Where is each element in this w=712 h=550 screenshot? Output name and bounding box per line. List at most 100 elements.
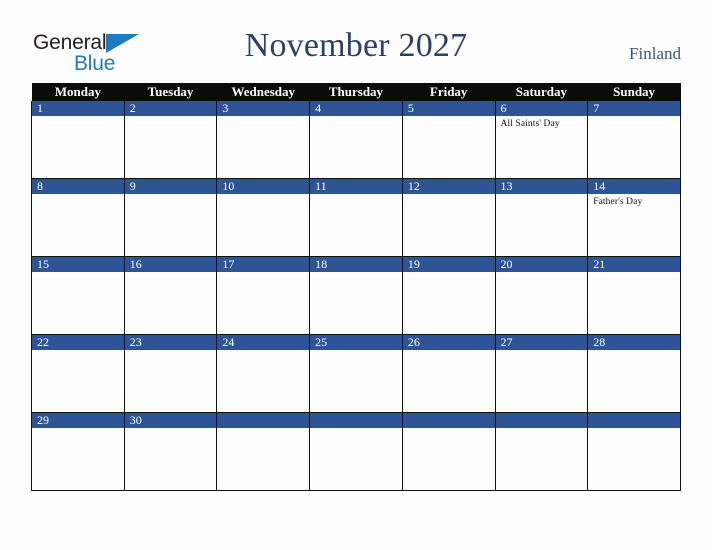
day-events [403,428,495,430]
day-cell-inner: 20 [495,257,588,334]
day-events [217,116,309,118]
day-events [310,116,402,118]
day-cell-inner: 24 [217,335,310,412]
day-cell-inner: 14 Father's Day [588,179,680,256]
day-cell-inner: 16 [124,257,217,334]
calendar-day-cell[interactable]: 26 [401,334,496,413]
calendar-day-cell[interactable] [401,412,496,491]
day-number [402,413,495,428]
calendar-day-cell[interactable]: 16 [123,256,218,335]
calendar-day-cell[interactable]: 1 [31,101,125,179]
calendar-day-cell[interactable]: 10 [216,178,311,257]
day-number [495,413,588,428]
day-number: 9 [124,179,217,194]
day-cell-inner [217,413,310,490]
day-events [403,194,495,196]
weekday-header-friday: Friday [402,83,496,101]
day-number: 14 [588,179,680,194]
calendar-day-cell[interactable]: 28 [587,334,681,413]
calendar-day-cell[interactable]: 24 [216,334,311,413]
day-number: 16 [124,257,217,272]
calendar-day-cell[interactable] [494,412,589,491]
calendar-day-cell[interactable]: 9 [123,178,218,257]
calendar-day-cell[interactable]: 3 [216,101,311,179]
day-cell-inner: 2 [124,101,217,178]
calendar-day-cell[interactable]: 30 [123,412,218,491]
day-number: 17 [217,257,310,272]
day-events [217,350,309,352]
day-number [588,413,680,428]
day-number [310,413,402,428]
day-cell-inner: 17 [217,257,310,334]
day-cell-inner: 1 [32,101,124,178]
weekday-header-tuesday: Tuesday [124,83,217,101]
calendar-day-cell[interactable]: 5 [401,101,496,179]
calendar-day-cell[interactable]: 12 [401,178,496,257]
day-number: 13 [495,179,588,194]
day-number: 25 [310,335,402,350]
day-cell-inner: 15 [32,257,124,334]
day-number: 28 [588,335,680,350]
calendar-day-cell[interactable]: 19 [401,256,496,335]
day-number: 11 [310,179,402,194]
day-events [125,194,217,196]
day-events [496,272,588,274]
day-cell-inner: 18 [310,257,402,334]
day-number: 7 [588,101,680,116]
day-events [32,428,124,430]
calendar-day-cell[interactable]: 7 [587,101,681,179]
day-cell-inner: 5 [402,101,495,178]
calendar-day-cell[interactable]: 27 [494,334,589,413]
day-events [125,350,217,352]
calendar-day-cell[interactable]: 13 [494,178,589,257]
calendar-day-cell[interactable]: 18 [309,256,403,335]
day-number: 23 [124,335,217,350]
page-title: November 2027 [244,27,468,64]
calendar-day-cell[interactable]: 21 [587,256,681,335]
day-cell-inner: 29 [32,413,124,490]
day-cell-inner [402,413,495,490]
calendar-day-cell[interactable] [216,412,311,491]
day-number: 2 [124,101,217,116]
calendar-day-cell[interactable]: 23 [123,334,218,413]
weekday-header-saturday: Saturday [495,83,588,101]
day-events [403,350,495,352]
day-events: Father's Day [588,194,680,208]
day-events [32,350,124,352]
calendar-day-cell[interactable]: 6 All Saints' Day [494,101,589,179]
calendar-day-cell[interactable]: 15 [31,256,125,335]
day-cell-inner [495,413,588,490]
calendar-day-cell[interactable] [587,412,681,491]
day-cell-inner: 27 [495,335,588,412]
holiday-label: Father's Day [593,197,643,207]
day-cell-inner: 28 [588,335,680,412]
day-cell-inner: 10 [217,179,310,256]
day-number: 10 [217,179,310,194]
day-events [588,350,680,352]
calendar-day-cell[interactable]: 14 Father's Day [587,178,681,257]
calendar-day-cell[interactable] [309,412,403,491]
day-number: 20 [495,257,588,272]
day-number: 27 [495,335,588,350]
day-cell-inner: 12 [402,179,495,256]
day-number: 30 [124,413,217,428]
day-events [32,194,124,196]
day-cell-inner: 25 [310,335,402,412]
calendar-day-cell[interactable]: 17 [216,256,311,335]
day-events [125,428,217,430]
calendar-day-cell[interactable]: 2 [123,101,218,179]
calendar-day-cell[interactable]: 11 [309,178,403,257]
day-cell-inner: 30 [124,413,217,490]
calendar-day-cell[interactable]: 25 [309,334,403,413]
day-events [310,272,402,274]
day-cell-inner: 21 [588,257,680,334]
calendar-day-cell[interactable]: 4 [309,101,403,179]
calendar-day-cell[interactable]: 29 [31,412,125,491]
day-cell-inner: 6 All Saints' Day [495,101,588,178]
calendar-day-cell[interactable]: 20 [494,256,589,335]
day-events [496,428,588,430]
page-header: General Blue November 2027 Finland [0,0,712,83]
calendar-day-cell[interactable]: 8 [31,178,125,257]
day-cell-inner: 19 [402,257,495,334]
calendar-day-cell[interactable]: 22 [31,334,125,413]
